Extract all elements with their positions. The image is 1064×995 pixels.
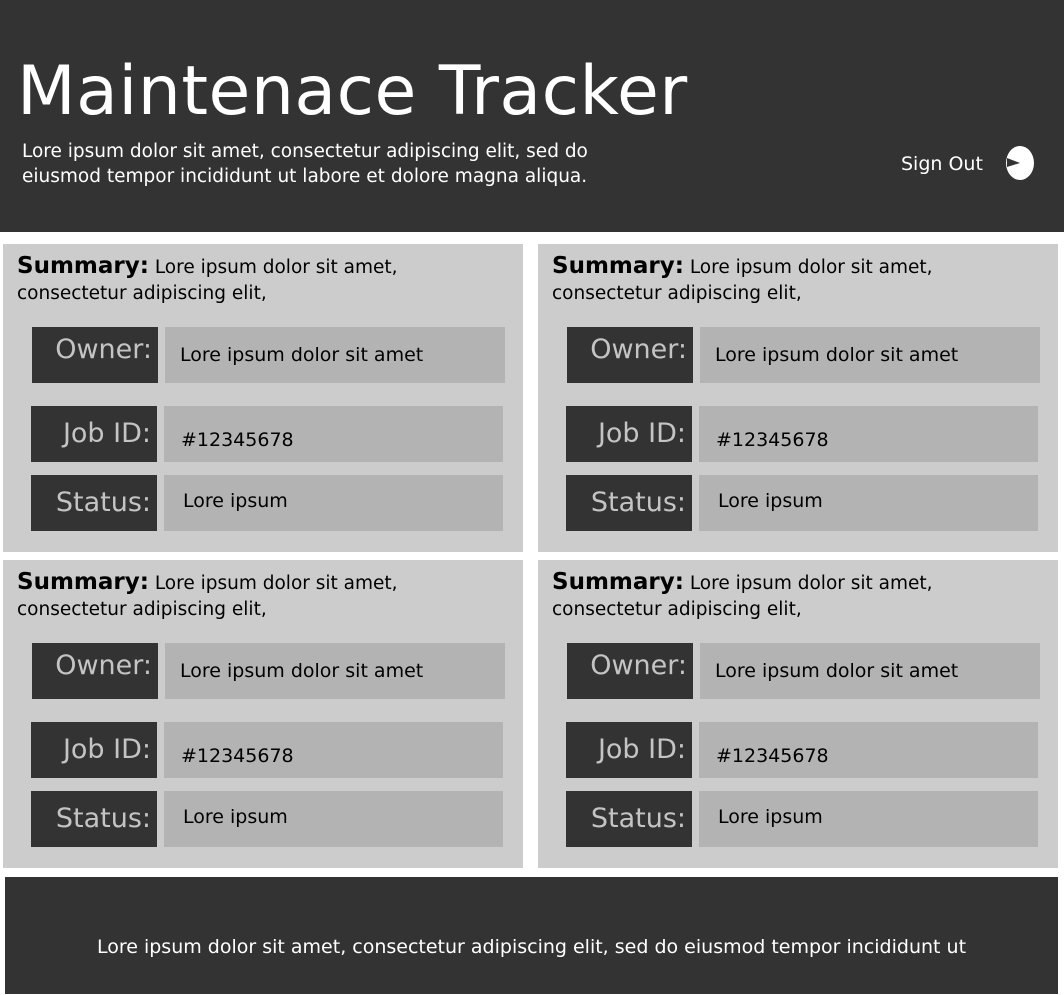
job-id-label: Job ID: [31,722,157,778]
app-header: Maintenace Tracker Lore ipsum dolor sit … [0,0,1064,232]
footer-text: Lore ipsum dolor sit amet, consectetur a… [96,936,967,958]
power-icon[interactable] [1004,145,1036,181]
job-summary: Summary: Lore ipsum dolor sit amet, cons… [552,253,1042,307]
header-subtitle-line-2: eiusmod tempor incididunt ut labore et d… [22,166,588,187]
owner-value: Lore ipsum dolor sit amet [165,643,505,699]
status-label: Status: [31,791,157,847]
owner-label: Owner: [32,327,158,383]
job-card: Summary: Lore ipsum dolor sit amet, cons… [538,244,1058,552]
owner-label: Owner: [32,643,158,699]
owner-value: Lore ipsum dolor sit amet [165,327,505,383]
job-card: Summary: Lore ipsum dolor sit amet, cons… [538,560,1058,868]
status-value: Lore ipsum [699,791,1038,847]
owner-value: Lore ipsum dolor sit amet [700,643,1040,699]
status-label: Status: [566,475,692,531]
job-id-value: #12345678 [164,406,503,462]
summary-label: Summary: [552,569,684,595]
job-id-value: #12345678 [699,722,1038,778]
job-id-label: Job ID: [566,406,692,462]
job-id-label: Job ID: [566,722,692,778]
header-subtitle-line-1: Lore ipsum dolor sit amet, consectetur a… [22,141,588,162]
status-label: Status: [566,791,692,847]
job-id-value: #12345678 [164,722,503,778]
job-summary: Summary: Lore ipsum dolor sit amet, cons… [17,253,507,307]
job-id-label: Job ID: [31,406,157,462]
sign-out-label: Sign Out [901,153,983,175]
status-value: Lore ipsum [699,475,1038,531]
job-card: Summary: Lore ipsum dolor sit amet, cons… [3,560,523,868]
owner-label: Owner: [567,643,693,699]
status-value: Lore ipsum [164,475,503,531]
summary-label: Summary: [17,253,149,279]
summary-label: Summary: [552,253,684,279]
status-label: Status: [31,475,157,531]
job-card: Summary: Lore ipsum dolor sit amet, cons… [3,244,523,552]
owner-label: Owner: [567,327,693,383]
job-summary: Summary: Lore ipsum dolor sit amet, cons… [552,569,1042,623]
page-footer: Lore ipsum dolor sit amet, consectetur a… [5,877,1058,994]
sign-out-button[interactable]: Sign Out [896,145,1041,183]
job-id-value: #12345678 [699,406,1038,462]
header-subtitle: Lore ipsum dolor sit amet, consectetur a… [22,139,682,189]
app-title: Maintenace Tracker [17,52,688,131]
job-summary: Summary: Lore ipsum dolor sit amet, cons… [17,569,507,623]
summary-label: Summary: [17,569,149,595]
owner-value: Lore ipsum dolor sit amet [700,327,1040,383]
status-value: Lore ipsum [164,791,503,847]
